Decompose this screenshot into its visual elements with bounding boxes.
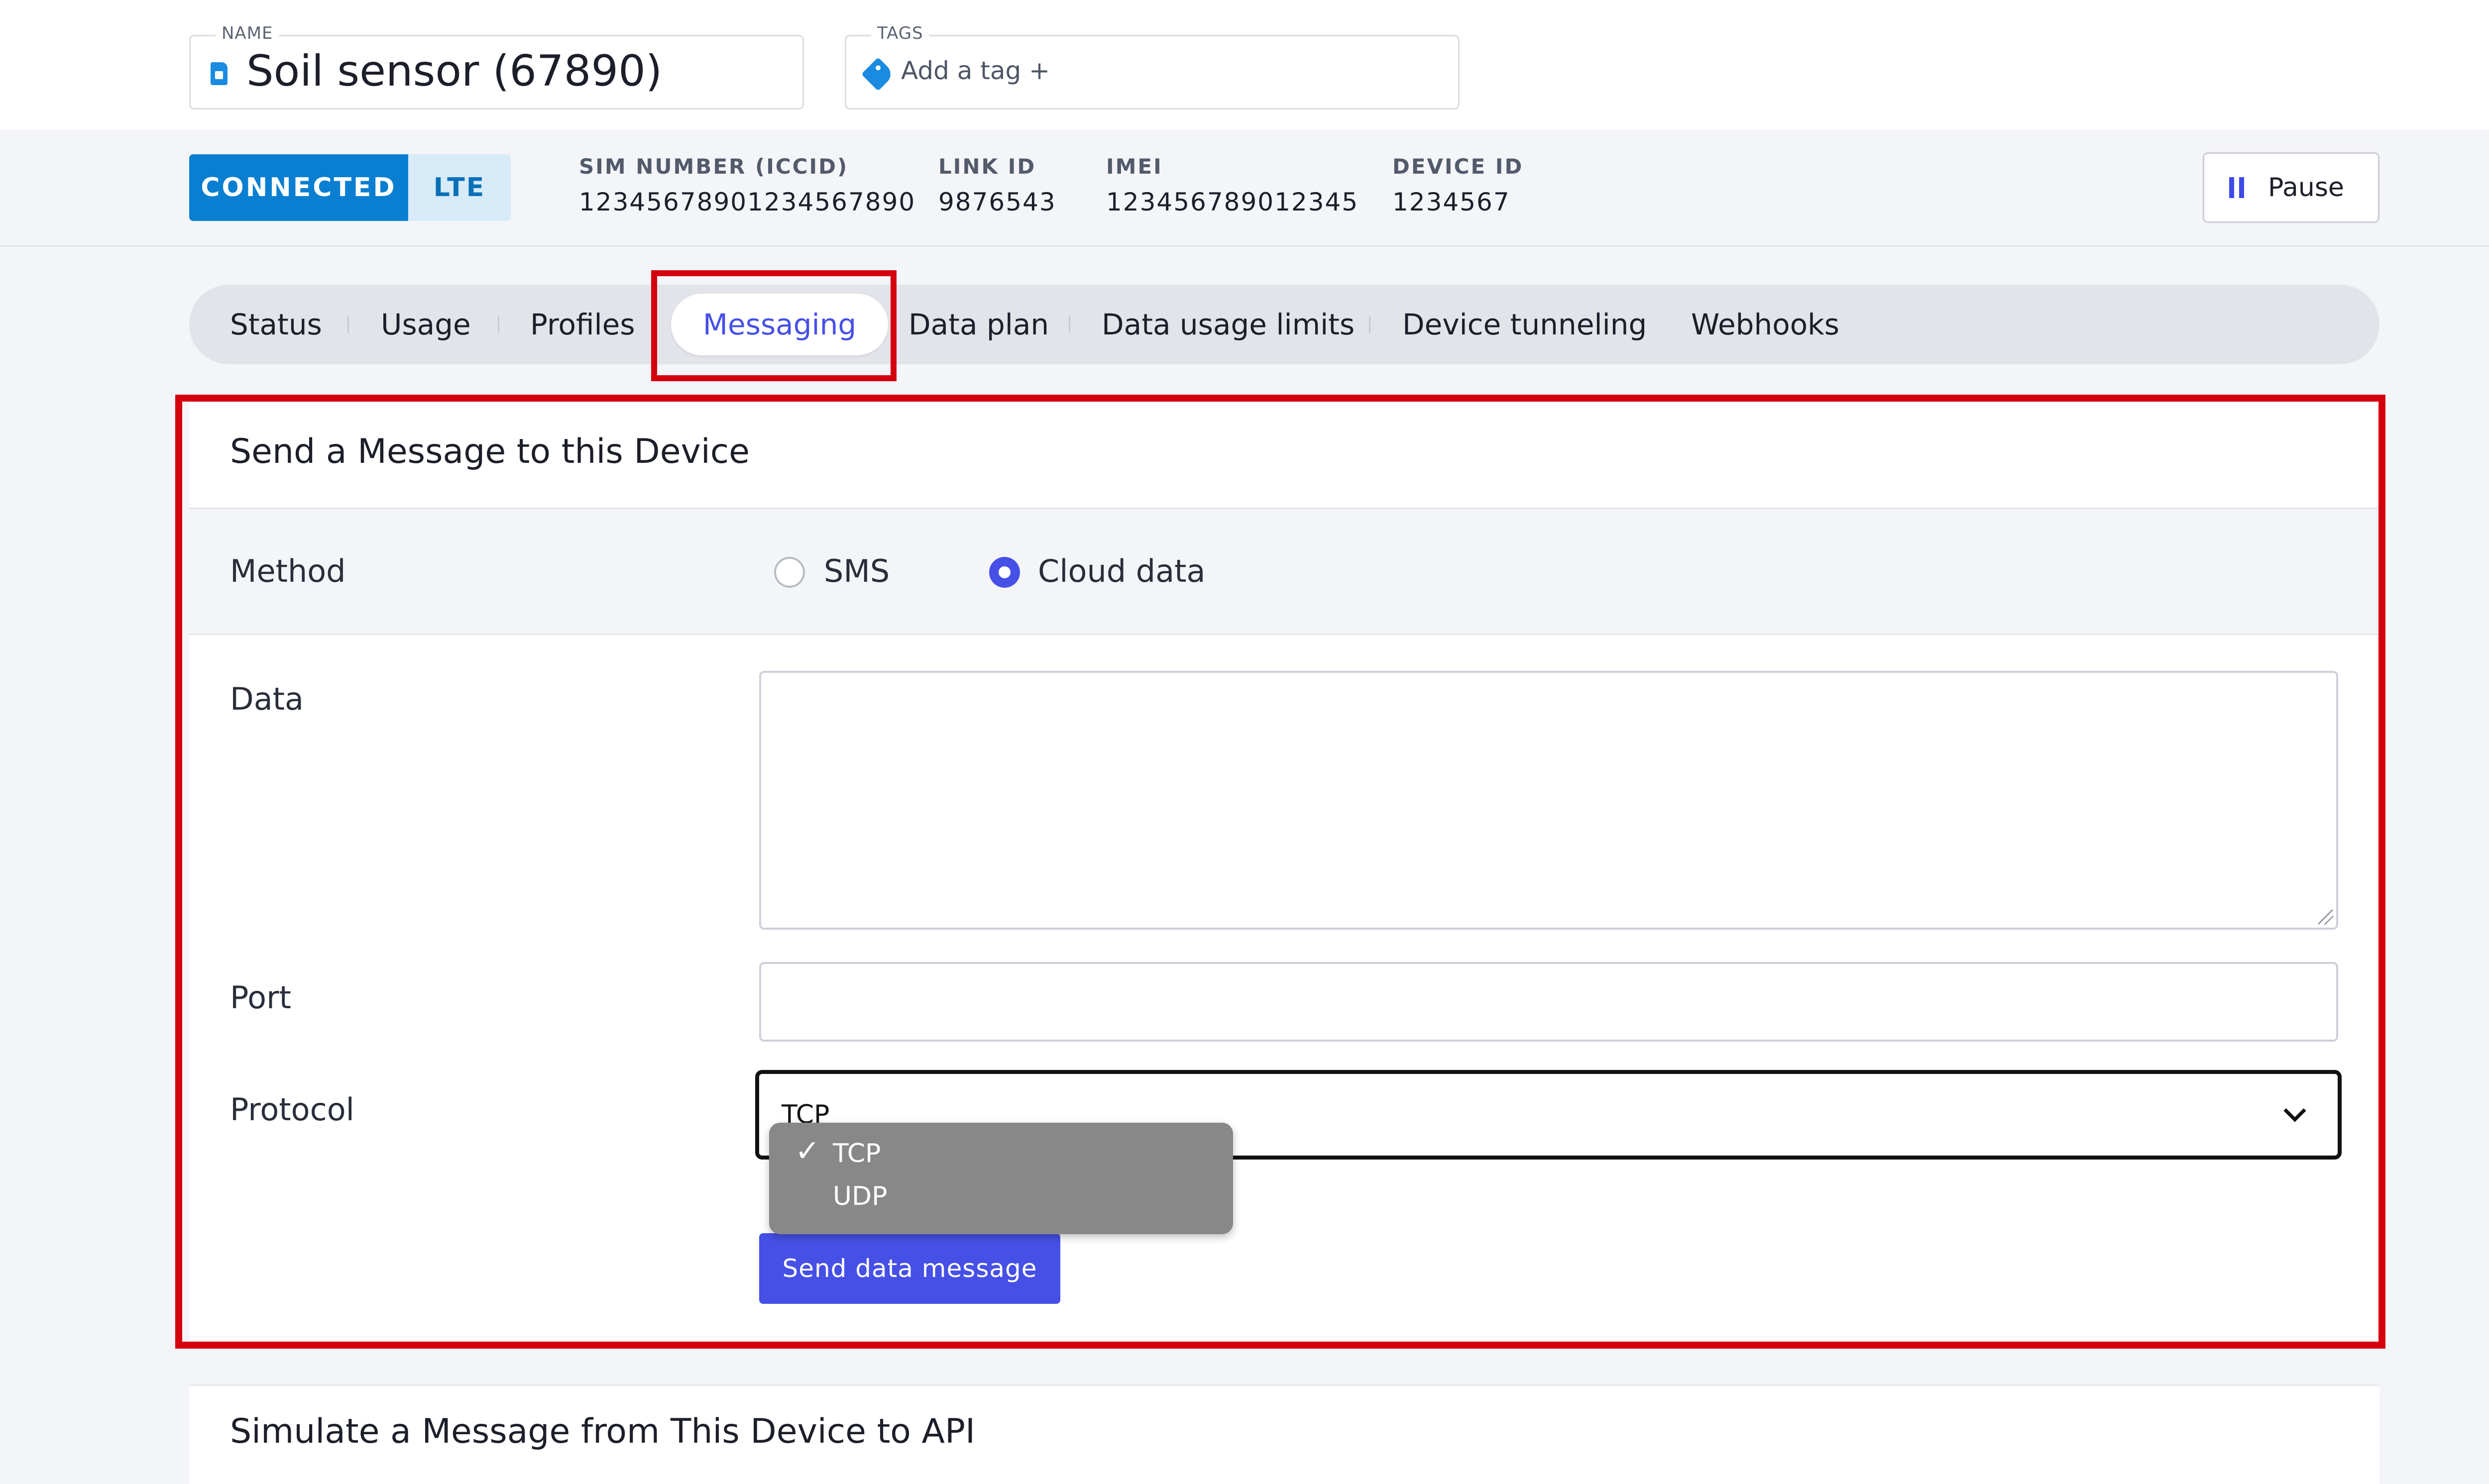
device-id-label: DEVICE ID (1392, 154, 1524, 179)
tab-webhooks[interactable]: Webhooks (1691, 285, 1839, 364)
tab-divider (347, 316, 349, 333)
tab-data-usage-limits[interactable]: Data usage limits (1102, 285, 1355, 364)
tab-device-tunneling[interactable]: Device tunneling (1402, 285, 1647, 364)
pause-icon (2229, 177, 2245, 198)
imei: IMEI 123456789012345 (1106, 154, 1358, 216)
device-header: NAME Soil sensor (67890) TAGS Add a tag … (0, 0, 2489, 129)
link-id-value: 9876543 (938, 188, 1056, 216)
tab-profiles[interactable]: Profiles (530, 285, 635, 364)
sim-card-icon (211, 62, 227, 85)
tab-status[interactable]: Status (230, 285, 322, 364)
sim-number: SIM NUMBER (ICCID) 12345678901234567890 (579, 154, 915, 216)
tab-bar: Status Usage Profiles Messaging Data pla… (189, 285, 2379, 364)
name-label: NAME (216, 23, 279, 43)
tab-usage[interactable]: Usage (381, 285, 471, 364)
tab-highlight-box (651, 270, 897, 381)
app-root: NAME Soil sensor (67890) TAGS Add a tag … (0, 0, 2489, 1484)
device-name: Soil sensor (67890) (246, 46, 663, 96)
panel-highlight-box (175, 395, 2385, 1349)
connected-badge: CONNECTED (189, 154, 408, 221)
link-id-label: LINK ID (938, 154, 1036, 179)
status-bar: CONNECTED LTE SIM NUMBER (ICCID) 1234567… (0, 129, 2489, 247)
tab-data-plan[interactable]: Data plan (908, 285, 1049, 364)
name-field[interactable]: NAME Soil sensor (67890) (189, 23, 804, 109)
sim-number-value: 12345678901234567890 (579, 188, 916, 216)
tag-icon (861, 57, 895, 91)
simulate-panel-title: Simulate a Message from This Device to A… (230, 1412, 976, 1451)
link-id: LINK ID 9876543 (938, 154, 1056, 216)
simulate-message-panel: Simulate a Message from This Device to A… (189, 1384, 2379, 1484)
pause-label: Pause (2268, 173, 2344, 203)
pause-button[interactable]: Pause (2203, 152, 2379, 223)
network-badge: LTE (408, 154, 511, 221)
imei-label: IMEI (1106, 154, 1163, 179)
imei-value: 123456789012345 (1106, 188, 1359, 216)
tags-field[interactable]: TAGS Add a tag + (845, 23, 1460, 109)
tab-divider (498, 316, 499, 333)
tab-divider (1069, 316, 1070, 333)
tags-label: TAGS (871, 23, 929, 43)
device-id: DEVICE ID 1234567 (1392, 154, 1523, 216)
tab-divider (1369, 316, 1370, 333)
device-id-value: 1234567 (1392, 188, 1510, 216)
sim-number-label: SIM NUMBER (ICCID) (579, 154, 849, 179)
add-tag-placeholder[interactable]: Add a tag + (901, 56, 1050, 85)
